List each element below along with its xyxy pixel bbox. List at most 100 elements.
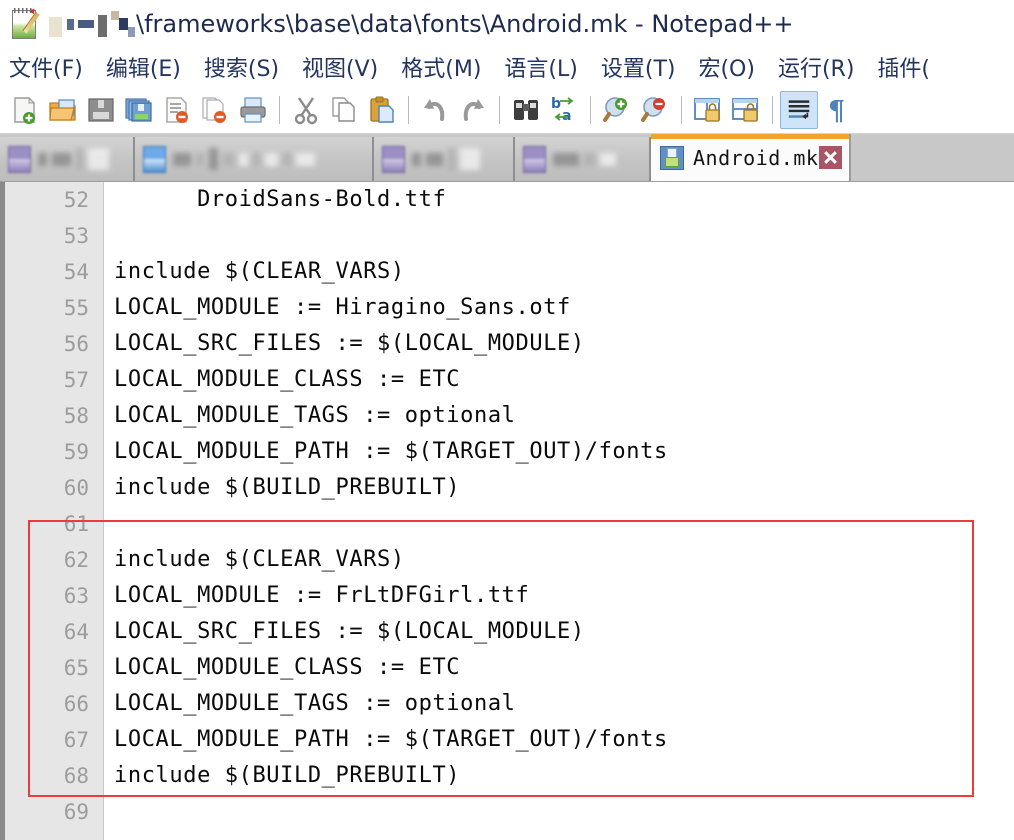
word-wrap-button[interactable]	[780, 90, 818, 129]
sync-horizontal-scroll-button[interactable]	[727, 91, 765, 129]
code-line: LOCAL_MODULE := Hiragino_Sans.otf	[114, 295, 571, 320]
toolbar-separator	[408, 95, 409, 124]
save-floppy-icon	[660, 145, 684, 170]
gutter-row: 54	[5, 254, 103, 290]
code-row[interactable]: include $(BUILD_PREBUILT)	[105, 758, 1014, 794]
tab-redacted-1[interactable]	[0, 137, 135, 181]
line-number-gutter: 52 53 54 55 56 57 58 59 60 61 62 63 64 6…	[5, 182, 104, 840]
code-row[interactable]: LOCAL_MODULE_TAGS := optional	[105, 686, 1014, 722]
gutter-row: 63	[5, 578, 103, 614]
code-row[interactable]: include $(BUILD_PREBUILT)	[105, 470, 1014, 506]
sync-vertical-scroll-button[interactable]	[689, 91, 727, 129]
redo-button[interactable]	[454, 91, 492, 129]
notepadpp-window: \frameworks\base\data\fonts\Android.mk -…	[0, 0, 1014, 840]
tab-redacted-3[interactable]	[374, 137, 515, 181]
code-row[interactable]	[105, 218, 1014, 254]
code-row[interactable]: LOCAL_MODULE_CLASS := ETC	[105, 650, 1014, 686]
code-row[interactable]: DroidSans-Bold.ttf	[105, 182, 1014, 218]
code-row[interactable]: LOCAL_SRC_FILES := $(LOCAL_MODULE)	[105, 614, 1014, 650]
gutter-row: 57	[5, 362, 103, 398]
menu-file[interactable]: 文件(F)	[9, 51, 94, 83]
close-all-files-button[interactable]	[196, 91, 234, 129]
file-icon	[143, 145, 166, 173]
code-line: LOCAL_SRC_FILES := $(LOCAL_MODULE)	[114, 331, 585, 356]
gutter-row: 69	[5, 794, 103, 830]
line-number: 52	[63, 188, 89, 212]
code-row[interactable]	[105, 794, 1014, 830]
menu-view[interactable]: 视图(V)	[302, 51, 389, 83]
menu-language[interactable]: 语言(L)	[504, 51, 588, 83]
notepad-plus-plus-icon	[8, 6, 42, 41]
code-line: include $(BUILD_PREBUILT)	[114, 763, 461, 788]
find-button[interactable]	[507, 91, 545, 129]
tab-redacted-4[interactable]	[515, 137, 651, 181]
line-number: 67	[63, 728, 89, 752]
close-file-button[interactable]	[158, 91, 196, 129]
toolbar-separator	[279, 95, 280, 124]
replace-button[interactable]: b a	[545, 91, 583, 129]
paste-button[interactable]	[363, 91, 401, 129]
code-row[interactable]: LOCAL_MODULE_TAGS := optional	[105, 398, 1014, 434]
gutter-row: 68	[5, 758, 103, 794]
code-row[interactable]: LOCAL_MODULE := FrLtDFGirl.ttf	[105, 578, 1014, 614]
toolbar-separator	[499, 95, 500, 124]
copy-button[interactable]	[325, 91, 363, 129]
line-number: 69	[63, 800, 89, 824]
open-file-button[interactable]	[44, 91, 82, 129]
menu-plugins[interactable]: 插件(	[877, 51, 941, 83]
tab-redacted-2[interactable]	[135, 137, 374, 181]
zoom-in-button[interactable]	[598, 91, 636, 129]
gutter-row: 60	[5, 470, 103, 506]
menu-edit[interactable]: 编辑(E)	[106, 51, 192, 83]
line-number: 59	[63, 440, 89, 464]
menu-settings[interactable]: 设置(T)	[601, 51, 687, 83]
gutter-row: 61	[5, 506, 103, 542]
menu-format[interactable]: 格式(M)	[401, 51, 492, 83]
code-row[interactable]: LOCAL_MODULE_CLASS := ETC	[105, 362, 1014, 398]
line-number: 63	[63, 584, 89, 608]
code-row[interactable]: LOCAL_SRC_FILES := $(LOCAL_MODULE)	[105, 326, 1014, 362]
code-text-area[interactable]: DroidSans-Bold.ttf include $(CLEAR_VARS)…	[105, 182, 1014, 840]
gutter-row: 64	[5, 614, 103, 650]
undo-button[interactable]	[416, 91, 454, 129]
title-path-redacted	[49, 11, 135, 37]
gutter-row: 65	[5, 650, 103, 686]
gutter-row: 59	[5, 434, 103, 470]
code-row[interactable]: include $(CLEAR_VARS)	[105, 254, 1014, 290]
toolbar-separator	[590, 95, 591, 124]
editor-pane[interactable]: 52 53 54 55 56 57 58 59 60 61 62 63 64 6…	[0, 182, 1014, 840]
zoom-out-button[interactable]	[636, 91, 674, 129]
save-button[interactable]	[82, 91, 120, 129]
menu-search[interactable]: 搜索(S)	[204, 51, 290, 83]
show-all-characters-button[interactable]: ¶	[818, 91, 856, 129]
line-number: 61	[63, 512, 89, 536]
code-line: include $(BUILD_PREBUILT)	[114, 475, 461, 500]
tab-label-redacted	[553, 152, 621, 166]
tab-label-redacted	[38, 148, 114, 170]
redo-arrow-icon	[463, 98, 484, 121]
print-button[interactable]	[234, 91, 272, 129]
code-row[interactable]	[105, 506, 1014, 542]
tab-android-mk[interactable]: Android.mk	[651, 134, 852, 181]
code-row[interactable]: LOCAL_MODULE := Hiragino_Sans.otf	[105, 290, 1014, 326]
cut-scissors-icon	[294, 96, 318, 124]
line-number: 55	[63, 296, 89, 320]
save-all-button[interactable]	[120, 91, 158, 129]
menu-macro[interactable]: 宏(O)	[698, 51, 765, 83]
code-row[interactable]: LOCAL_MODULE_PATH := $(TARGET_OUT)/fonts	[105, 434, 1014, 470]
code-row[interactable]: LOCAL_MODULE_PATH := $(TARGET_OUT)/fonts	[105, 722, 1014, 758]
menu-run[interactable]: 运行(R)	[778, 51, 865, 83]
save-icon	[88, 97, 114, 122]
line-number: 62	[63, 548, 89, 572]
cut-button[interactable]	[287, 91, 325, 129]
gutter-row: 62	[5, 542, 103, 578]
show-all-characters-pilcrow-icon: ¶	[828, 96, 845, 125]
file-icon	[8, 145, 31, 173]
code-row[interactable]: include $(CLEAR_VARS)	[105, 542, 1014, 578]
close-icon[interactable]	[819, 146, 843, 169]
svg-text:¶: ¶	[828, 96, 845, 125]
new-file-button[interactable]	[6, 91, 44, 129]
code-line: LOCAL_MODULE_TAGS := optional	[114, 691, 516, 716]
tab-bar: Android.mk	[0, 134, 1014, 182]
open-folder-icon	[49, 98, 76, 121]
